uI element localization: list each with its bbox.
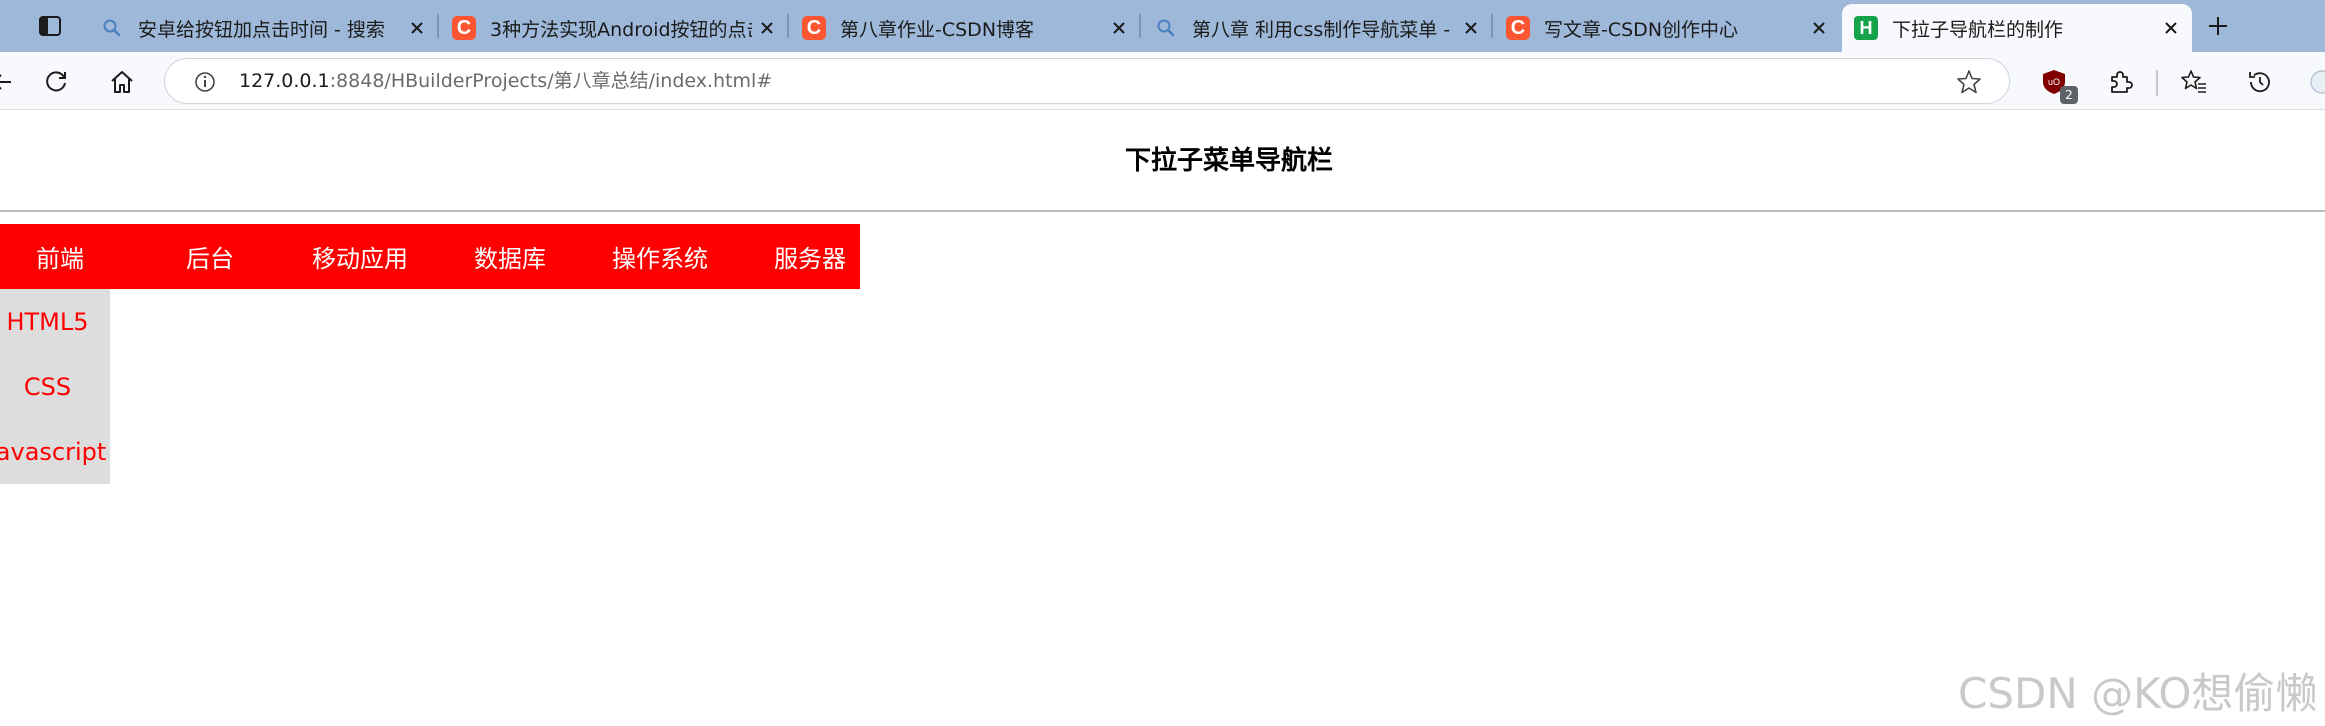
tab-separator (1491, 14, 1493, 38)
tab-5-active[interactable]: H 下拉子导航栏的制作 (1842, 4, 2192, 52)
watermark: CSDN @KO想偷懒 (1958, 669, 2318, 718)
close-icon[interactable] (752, 13, 782, 43)
close-icon[interactable] (1104, 13, 1134, 43)
submenu-item-css[interactable]: CSS (0, 354, 110, 419)
nav-item-mobile[interactable]: 移动应用 (285, 224, 435, 289)
tab-1[interactable]: C 3种方法实现Android按钮的点击 (440, 4, 788, 52)
csdn-icon: C (800, 14, 828, 42)
arrow-left-icon (0, 74, 11, 90)
search-icon (98, 14, 126, 42)
favorite-button[interactable] (1951, 64, 1987, 100)
tab-separator (1139, 14, 1141, 38)
close-icon[interactable] (402, 13, 432, 43)
browser-toolbar: 127.0.0.1:8848/HBuilderProjects/第八章总结/in… (0, 52, 2325, 110)
tab-0[interactable]: 安卓给按钮加点击时间 - 搜索 (88, 4, 438, 52)
tab-title: 第八章 利用css制作导航菜单 - 搜 (1192, 18, 1456, 41)
close-icon[interactable] (1804, 13, 1834, 43)
csdn-icon: C (1504, 14, 1532, 42)
close-icon[interactable] (1456, 13, 1486, 43)
tab-title: 安卓给按钮加点击时间 - 搜索 (138, 18, 385, 41)
nav-item-server[interactable]: 服务器 (735, 224, 885, 289)
svg-text:uO: uO (2048, 77, 2060, 87)
star-icon (1957, 70, 1981, 94)
nav-item-backend[interactable]: 后台 (135, 224, 285, 289)
url-host: 127.0.0.1 (239, 70, 330, 92)
history-icon (2249, 72, 2270, 93)
plus-icon (2209, 17, 2227, 35)
tab-3[interactable]: 第八章 利用css制作导航菜单 - 搜 (1142, 4, 1492, 52)
favorites-button[interactable] (2174, 62, 2214, 102)
tab-actions-button[interactable] (20, 6, 80, 46)
favorites-icon (2181, 70, 2206, 93)
address-bar[interactable]: 127.0.0.1:8848/HBuilderProjects/第八章总结/in… (164, 58, 2010, 104)
nav-item-frontend[interactable]: 前端 (0, 224, 135, 289)
puzzle-icon (2111, 71, 2133, 93)
tab-actions-icon (39, 16, 61, 36)
tab-2[interactable]: C 第八章作业-CSDN博客 (790, 4, 1140, 52)
tab-separator (437, 14, 439, 38)
profile-button[interactable] (2302, 62, 2325, 102)
csdn-icon: C (450, 14, 478, 42)
info-icon (195, 72, 215, 92)
avatar-icon (2310, 70, 2325, 94)
search-icon (1152, 14, 1180, 42)
dropdown-submenu: HTML5 CSS Javascript (0, 289, 110, 484)
close-icon[interactable] (2156, 13, 2186, 43)
back-button[interactable] (0, 62, 22, 102)
extensions-button[interactable] (2100, 62, 2140, 102)
ublock-extension-button[interactable]: uO 2 (2034, 62, 2078, 104)
refresh-icon (46, 71, 66, 92)
tab-strip: 安卓给按钮加点击时间 - 搜索 C 3种方法实现Android按钮的点击 C 第… (0, 0, 2325, 52)
home-button[interactable] (102, 62, 142, 102)
url-text: 127.0.0.1:8848/HBuilderProjects/第八章总结/in… (239, 59, 772, 103)
site-info-button[interactable] (187, 64, 223, 100)
refresh-button[interactable] (36, 62, 76, 102)
submenu-item-javascript[interactable]: Javascript (0, 419, 110, 484)
main-nav: 前端 后台 移动应用 数据库 操作系统 服务器 (0, 224, 860, 289)
nav-item-os[interactable]: 操作系统 (585, 224, 735, 289)
history-button[interactable] (2240, 62, 2280, 102)
tab-title: 3种方法实现Android按钮的点击 (490, 18, 752, 41)
horizontal-rule (0, 210, 2325, 212)
home-icon (111, 71, 133, 93)
page-title: 下拉子菜单导航栏 (1124, 146, 1333, 176)
toolbar-divider (2156, 70, 2158, 96)
new-tab-button[interactable] (2200, 8, 2236, 44)
extension-badge: 2 (2060, 86, 2078, 104)
hbuilder-icon: H (1852, 14, 1880, 42)
tab-title: 写文章-CSDN创作中心 (1544, 18, 1739, 41)
tab-title: 第八章作业-CSDN博客 (840, 18, 1035, 41)
tab-4[interactable]: C 写文章-CSDN创作中心 (1494, 4, 1840, 52)
nav-item-database[interactable]: 数据库 (435, 224, 585, 289)
submenu-item-html5[interactable]: HTML5 (0, 289, 110, 354)
tab-separator (787, 14, 789, 38)
url-path: :8848/HBuilderProjects/第八章总结/index.html# (329, 70, 773, 92)
tab-title: 下拉子导航栏的制作 (1892, 18, 2064, 41)
